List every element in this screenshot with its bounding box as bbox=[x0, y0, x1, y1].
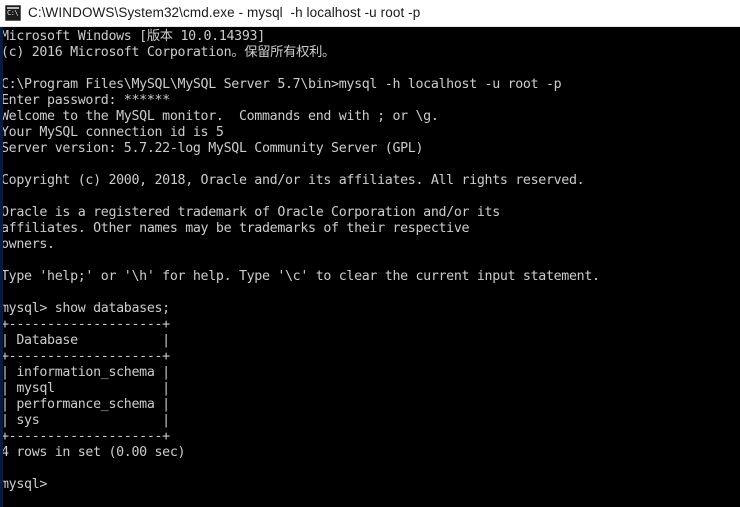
console-line: | sys | bbox=[1, 413, 170, 428]
console-line: | information_schema | bbox=[1, 365, 170, 380]
console-line: Server version: 5.7.22-log MySQL Communi… bbox=[1, 141, 424, 156]
console-line: +--------------------+ bbox=[1, 349, 170, 364]
console-line: affiliates. Other names may be trademark… bbox=[1, 221, 470, 236]
console-line: owners. bbox=[1, 237, 55, 252]
console-line: Copyright (c) 2000, 2018, Oracle and/or … bbox=[1, 173, 585, 188]
console-line: Welcome to the MySQL monitor. Commands e… bbox=[1, 109, 439, 124]
console-line: | performance_schema | bbox=[1, 397, 170, 412]
console-line: Oracle is a registered trademark of Orac… bbox=[1, 205, 500, 220]
console-line: Your MySQL connection id is 5 bbox=[1, 125, 224, 140]
cmd-window: C:\ C:\WINDOWS\System32\cmd.exe - mysql … bbox=[0, 0, 740, 507]
console-line: Microsoft Windows [版本 10.0.14393] bbox=[1, 29, 265, 44]
console-line: Type 'help;' or '\h' for help. Type '\c'… bbox=[1, 269, 600, 284]
console-line: | mysql | bbox=[1, 381, 170, 396]
cmd-console-icon[interactable]: C:\ bbox=[5, 5, 21, 21]
console-line: mysql> show databases; bbox=[1, 301, 170, 316]
console-line: +--------------------+ bbox=[1, 317, 170, 332]
console-line: | Database | bbox=[1, 333, 170, 348]
window-title: C:\WINDOWS\System32\cmd.exe - mysql -h l… bbox=[28, 5, 421, 20]
console-line: mysql> bbox=[1, 477, 48, 492]
console-line: C:\Program Files\MySQL\MySQL Server 5.7\… bbox=[1, 77, 562, 92]
console-line: 4 rows in set (0.00 sec) bbox=[1, 445, 186, 460]
console-line: (c) 2016 Microsoft Corporation。保留所有权利。 bbox=[1, 45, 335, 60]
cmd-icon-glyph: C:\ bbox=[7, 9, 19, 17]
console-line: Enter password: ****** bbox=[1, 93, 170, 108]
console-output-area[interactable]: Microsoft Windows [版本 10.0.14393] (c) 201… bbox=[0, 27, 740, 507]
console-left-edge-stripe bbox=[0, 27, 3, 507]
window-titlebar[interactable]: C:\ C:\WINDOWS\System32\cmd.exe - mysql … bbox=[0, 0, 740, 27]
console-text-buffer: Microsoft Windows [版本 10.0.14393] (c) 201… bbox=[1, 29, 600, 493]
console-line: +--------------------+ bbox=[1, 429, 170, 444]
